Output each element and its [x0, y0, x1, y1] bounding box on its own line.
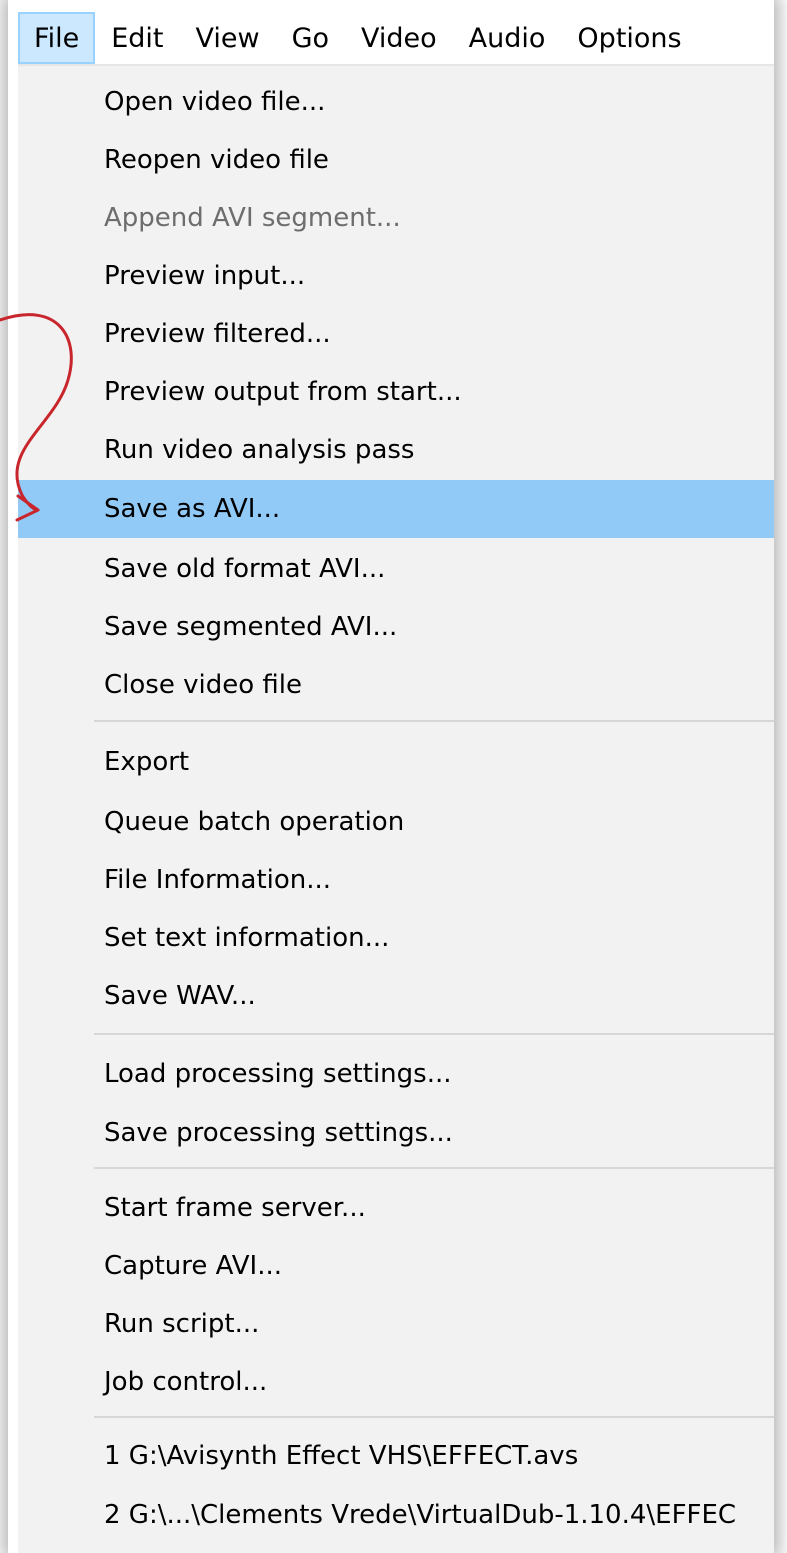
menu-item-label: Save processing settings...: [104, 1118, 453, 1148]
menu-item-close-video-file[interactable]: Close video file: [18, 656, 774, 714]
menu-item-label: 2 G:\...\Clements Vrede\VirtualDub-1.10.…: [104, 1500, 737, 1530]
menu-item-label: Start frame server...: [104, 1193, 366, 1223]
menu-item-label: Queue batch operation: [104, 807, 405, 837]
menu-item-preview-filtered[interactable]: Preview filtered...: [18, 305, 774, 363]
menu-options[interactable]: Options: [561, 12, 697, 64]
menu-item-file-information[interactable]: File Information...: [18, 851, 774, 909]
menu-item-label: Reopen video file: [104, 145, 329, 175]
menu-audio[interactable]: Audio: [453, 12, 562, 64]
menu-item-set-text-information[interactable]: Set text information...: [18, 909, 774, 967]
menu-item-recent-file-2[interactable]: 2 G:\...\Clements Vrede\VirtualDub-1.10.…: [18, 1486, 774, 1544]
menu-item-capture-avi[interactable]: Capture AVI...: [18, 1237, 774, 1295]
menu-view[interactable]: View: [179, 12, 275, 64]
menu-item-label: Run video analysis pass: [104, 435, 415, 465]
menu-item-label: Save as AVI...: [104, 494, 281, 524]
menu-go[interactable]: Go: [276, 12, 345, 64]
menu-item-preview-input[interactable]: Preview input...: [18, 247, 774, 305]
menu-item-label: Preview input...: [104, 261, 306, 291]
file-dropdown-menu: Open video file... Reopen video file App…: [18, 66, 774, 1553]
menu-file[interactable]: File: [18, 12, 96, 64]
menu-item-recent-file-1[interactable]: 1 G:\Avisynth Effect VHS\EFFECT.avs: [18, 1427, 774, 1485]
menu-edit[interactable]: Edit: [95, 12, 179, 64]
menu-item-open-video-file[interactable]: Open video file...: [18, 73, 774, 131]
menu-video[interactable]: Video: [345, 12, 453, 64]
menu-item-preview-output-from-start[interactable]: Preview output from start...: [18, 363, 774, 421]
menu-item-label: Save WAV...: [104, 981, 256, 1011]
menu-item-label: Preview filtered...: [104, 319, 331, 349]
menu-item-export[interactable]: Export: [18, 733, 774, 791]
menu-item-save-old-format-avi[interactable]: Save old format AVI...: [18, 540, 774, 598]
menu-item-label: Close video file: [104, 670, 302, 700]
menu-item-label: Export: [104, 747, 190, 777]
menu-separator: [94, 720, 774, 722]
menu-item-save-as-avi[interactable]: Save as AVI...: [18, 480, 774, 538]
menu-separator: [94, 1033, 774, 1035]
menu-item-label: Preview output from start...: [104, 377, 462, 407]
menu-item-job-control[interactable]: Job control...: [18, 1353, 774, 1411]
menu-item-label: Load processing settings...: [104, 1059, 452, 1089]
menu-item-label: 1 G:\Avisynth Effect VHS\EFFECT.avs: [104, 1441, 579, 1471]
menu-separator: [94, 1167, 774, 1169]
menu-item-start-frame-server[interactable]: Start frame server...: [18, 1179, 774, 1237]
menu-separator: [94, 1416, 774, 1418]
menu-item-label: Save segmented AVI...: [104, 612, 398, 642]
menu-item-save-processing-settings[interactable]: Save processing settings...: [18, 1104, 774, 1162]
menu-item-label: Append AVI segment...: [104, 203, 401, 233]
menu-item-reopen-video-file[interactable]: Reopen video file: [18, 131, 774, 189]
menu-item-label: File Information...: [104, 865, 332, 895]
menu-item-save-segmented-avi[interactable]: Save segmented AVI...: [18, 598, 774, 656]
menu-item-append-avi-segment: Append AVI segment...: [18, 189, 774, 247]
menu-item-label: Job control...: [104, 1367, 268, 1397]
menu-bar: File Edit View Go Video Audio Options: [18, 12, 698, 64]
menu-item-save-wav[interactable]: Save WAV...: [18, 967, 774, 1025]
menu-item-run-video-analysis-pass[interactable]: Run video analysis pass: [18, 421, 774, 479]
menu-item-label: Save old format AVI...: [104, 554, 386, 584]
screenshot-stage: File Edit View Go Video Audio Options Op…: [0, 0, 787, 1553]
menu-item-queue-batch-operation[interactable]: Queue batch operation: [18, 793, 774, 851]
menu-item-label: Set text information...: [104, 923, 390, 953]
menu-item-label: Open video file...: [104, 87, 326, 117]
menu-item-load-processing-settings[interactable]: Load processing settings...: [18, 1045, 774, 1103]
menu-item-label: Capture AVI...: [104, 1251, 283, 1281]
menu-item-label: Run script...: [104, 1309, 260, 1339]
menu-item-run-script[interactable]: Run script...: [18, 1295, 774, 1353]
